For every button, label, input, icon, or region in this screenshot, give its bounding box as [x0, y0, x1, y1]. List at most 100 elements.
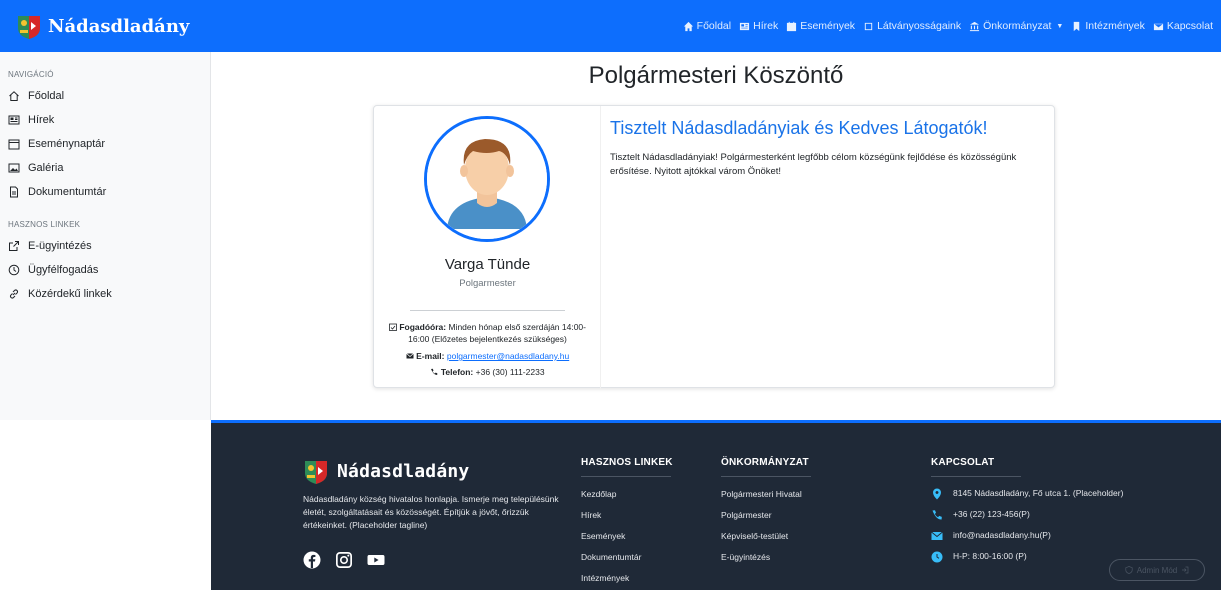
envelope-icon [931, 531, 943, 540]
coat-of-arms-icon [18, 16, 40, 39]
nav-link-institutions[interactable]: Intézmények [1071, 20, 1145, 32]
calendar-icon [8, 139, 20, 150]
sidebar-item-label: E-ügyintézés [28, 240, 92, 252]
nav-link-label: Látványosságaink [877, 20, 962, 32]
phone-label: Telefon: [440, 367, 474, 377]
nav-link-label: Kapcsolat [1166, 20, 1213, 32]
footer-tagline: Nádasdladány község hivatalos honlapja. … [303, 494, 559, 530]
admin-mode-label: Admin Mód [1136, 565, 1178, 575]
footer-link-documents[interactable]: Dokumentumtár [581, 550, 673, 571]
sidebar: NAVIGÁCIÓ Főoldal Hírek Eseménynaptár Ga… [0, 52, 211, 420]
home-icon [683, 21, 693, 31]
phone-value: +36 (30) 111-2233 [475, 367, 545, 377]
footer-link-council[interactable]: Képviselő-testület [721, 529, 811, 550]
sidebar-item-documents[interactable]: Dokumentumtár [8, 180, 210, 204]
admin-mode-button[interactable]: Admin Mód [1109, 559, 1205, 581]
facebook-icon[interactable] [303, 551, 321, 569]
external-link-icon [9, 241, 19, 251]
nav-link-label: Események [800, 20, 856, 32]
mayor-phone: Telefon: +36 (30) 111-2233 [380, 366, 595, 378]
sidebar-item-customer-service[interactable]: Ügyfélfogadás [8, 258, 210, 282]
mayor-card: Varga Tünde Polgarmester Fogadóóra: Mind… [373, 105, 1055, 389]
youtube-icon[interactable] [367, 551, 385, 569]
footer-hours: H-P: 8:00-16:00 (P) [931, 550, 1131, 563]
main-content: Polgármesteri Köszöntő Varga Tünde Polga… [211, 52, 1221, 420]
footer-column-title: KAPCSOLAT [931, 457, 995, 468]
nav-link-label: Hírek [753, 20, 779, 32]
bookmark-icon [1074, 21, 1080, 31]
avatar [424, 116, 550, 242]
login-icon [1182, 566, 1189, 574]
link-icon [10, 289, 18, 299]
nav-link-contact[interactable]: Kapcsolat [1153, 20, 1213, 32]
welcome-section: Tisztelt Nádasdladányiak és Kedves Látog… [610, 118, 1050, 179]
mayor-email: E-mail: polgarmester@nadasdladany.hu [380, 350, 595, 362]
brand-link[interactable]: Nádasdladány [16, 12, 189, 40]
email-link[interactable]: polgarmester@nadasdladany.hu [447, 351, 569, 361]
clock-icon [931, 551, 943, 563]
coat-of-arms-icon [305, 461, 327, 484]
mayor-role: Polgarmester [459, 278, 516, 289]
nav-link-sights[interactable]: Látványosságaink [863, 20, 961, 32]
sidebar-item-event-calendar[interactable]: Eseménynaptár [8, 132, 210, 156]
footer-column-contact: KAPCSOLAT 8145 Nádasdladány, Fő utca 1. … [931, 457, 1131, 571]
footer-link-events[interactable]: Események [581, 529, 673, 550]
footer-column-divider [581, 476, 671, 477]
office-hours-label: Fogadóóra: [399, 322, 447, 332]
profile-divider [410, 310, 565, 311]
sidebar-item-label: Eseménynaptár [28, 138, 106, 150]
calendar-check-icon [389, 323, 397, 331]
footer-link-home[interactable]: Kezdőlap [581, 487, 673, 508]
sidebar-item-public-links[interactable]: Közérdekű linkek [8, 282, 210, 306]
welcome-text: Tisztelt Nádasdladányiak! Polgármesterké… [610, 152, 1017, 177]
sidebar-item-e-administration[interactable]: E-ügyintézés [8, 234, 210, 258]
footer-link-news[interactable]: Hírek [581, 508, 673, 529]
footer: Nádasdladány Nádasdladány község hivatal… [211, 420, 1221, 590]
footer-brand[interactable]: Nádasdladány [303, 457, 469, 485]
footer-brand-name: Nádasdladány [337, 460, 470, 482]
footer-column-title: HASZNOS LINKEK [581, 457, 673, 468]
footer-link-institutions[interactable]: Intézmények [581, 571, 673, 590]
bank-icon [970, 21, 980, 31]
footer-phone-text: +36 (22) 123-456(P) [953, 509, 1030, 519]
footer-phone: +36 (22) 123-456(P) [931, 508, 1131, 521]
footer-hours-text: H-P: 8:00-16:00 (P) [953, 551, 1027, 561]
top-navbar: Nádasdladány Főoldal Hírek Események Lát… [0, 0, 1221, 52]
sidebar-item-home[interactable]: Főoldal [8, 84, 210, 108]
footer-column-useful-links: HASZNOS LINKEK Kezdőlap Hírek Események … [581, 457, 673, 590]
shield-icon [1125, 566, 1133, 574]
social-links [303, 551, 385, 569]
sidebar-heading-navigation: NAVIGÁCIÓ [8, 70, 54, 79]
sidebar-item-label: Galéria [28, 162, 64, 174]
footer-column-municipality: ÖNKORMÁNYZAT Polgármesteri Hivatal Polgá… [721, 457, 811, 571]
office-hours: Fogadóóra: Minden hónap első szerdáján 1… [380, 321, 595, 345]
footer-link-mayors-office[interactable]: Polgármesteri Hivatal [721, 487, 811, 508]
sidebar-item-gallery[interactable]: Galéria [8, 156, 210, 180]
landmark-icon [864, 22, 873, 30]
chevron-down-icon: ▼ [1056, 22, 1064, 30]
nav-link-events[interactable]: Események [786, 20, 855, 32]
image-icon [8, 163, 20, 173]
page-title: Polgármesteri Köszöntő [588, 62, 844, 89]
footer-link-e-administration[interactable]: E-ügyintézés [721, 550, 811, 571]
nav-link-municipality[interactable]: Önkormányzat ▼ [969, 20, 1063, 32]
nav-link-news[interactable]: Hírek [739, 20, 778, 32]
instagram-icon[interactable] [335, 551, 353, 569]
footer-column-title: ÖNKORMÁNYZAT [721, 457, 809, 468]
nav-link-label: Főoldal [696, 20, 732, 32]
phone-icon [431, 368, 438, 376]
sidebar-item-label: Főoldal [28, 90, 65, 102]
mayor-profile: Varga Tünde Polgarmester Fogadóóra: Mind… [374, 106, 601, 389]
mayor-name: Varga Tünde [444, 256, 531, 273]
sidebar-item-label: Hírek [28, 114, 55, 126]
person-avatar-icon [427, 119, 547, 239]
nav-link-label: Intézmények [1085, 20, 1145, 32]
newspaper-icon [740, 22, 750, 30]
footer-email-text[interactable]: info@nadasdladany.hu(P) [953, 529, 1051, 542]
nav-link-label: Önkormányzat [983, 20, 1052, 32]
footer-email: info@nadasdladany.hu(P) [931, 529, 1131, 542]
footer-link-mayor[interactable]: Polgármester [721, 508, 811, 529]
nav-link-home[interactable]: Főoldal [683, 20, 731, 32]
sidebar-item-news[interactable]: Hírek [8, 108, 210, 132]
